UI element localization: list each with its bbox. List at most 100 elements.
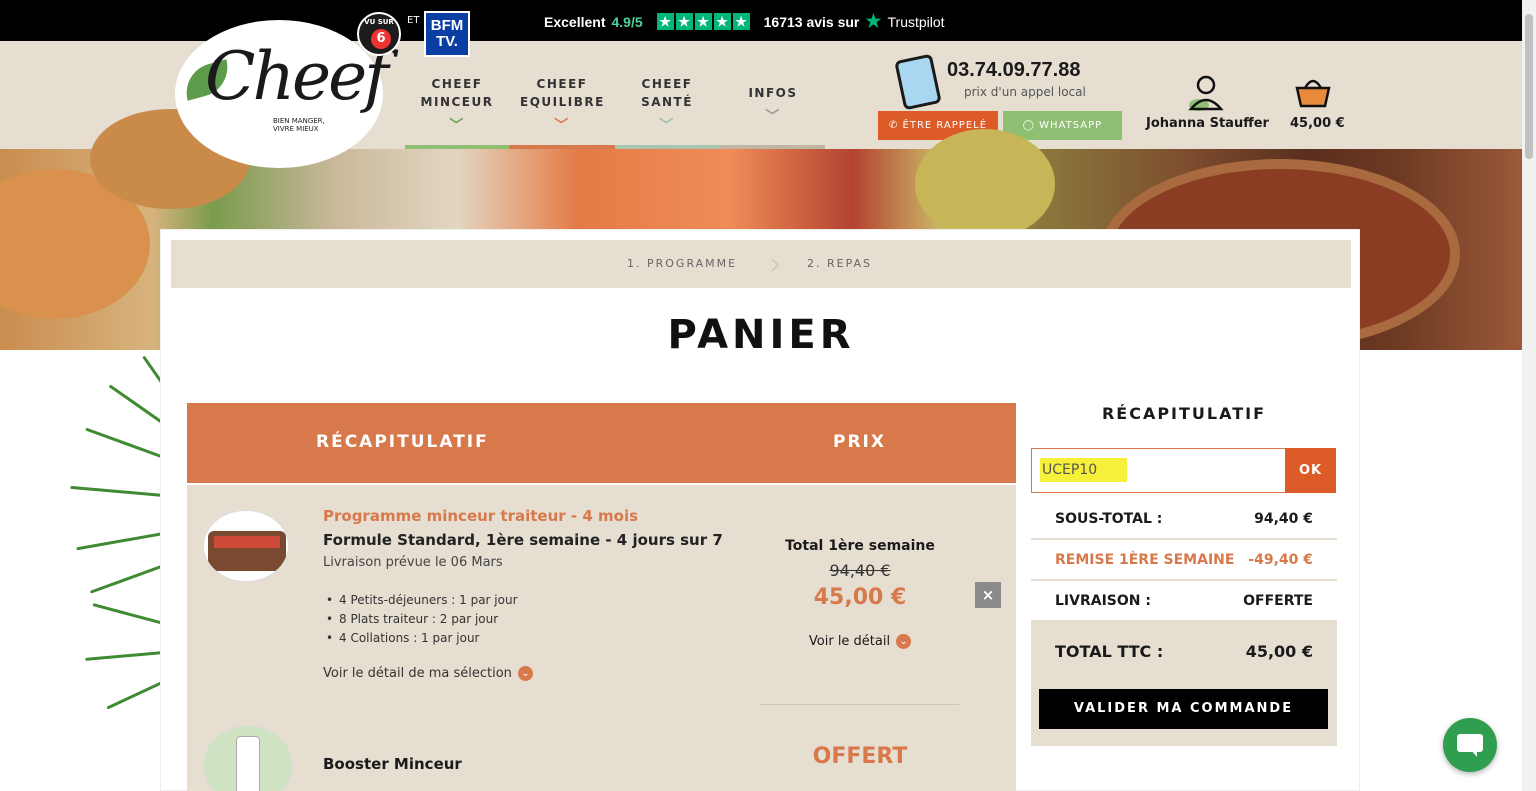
view-detail-link[interactable]: Voir le détail ⌄ [760,634,960,649]
delivery-row: LIVRAISON : OFFERTE [1031,582,1337,622]
vu-sur-label: VU SUR [364,18,394,26]
list-item: 4 Collations : 1 par jour [326,629,518,648]
product-formule: Formule Standard, 1ère semaine - 4 jours… [323,531,723,549]
trustpilot-excellent: Excellent [544,13,606,30]
user-name[interactable]: Johanna Stauffer [1146,116,1269,131]
nav-infos[interactable]: INFOS ﹀ [740,84,806,126]
nav-cheef-equilibre[interactable]: CHEEF EQUILIBRE ﹀ [520,75,604,135]
nav-label-line1: INFOS [748,86,798,100]
scrollbar[interactable] [1522,0,1536,791]
summary-title: RÉCAPITULATIF [1101,404,1267,423]
m6-logo: 6 [371,29,391,49]
column-prix: PRIX [833,432,886,452]
total-week-label: Total 1ère semaine [785,538,935,554]
chevron-down-icon: ﹀ [765,109,781,125]
cart-table-header: RÉCAPITULATIF PRIX [187,403,1016,483]
step-separator-icon: › [769,244,783,284]
trustpilot-score: 4.9/5 [611,13,643,30]
product-price: 45,00 € [813,585,907,610]
star-icon: ★ [732,13,750,30]
product-price: OFFERT [812,744,908,769]
nav-label-line2: SANTÉ [641,95,693,109]
discount-row: REMISE 1ÈRE SEMAINE -49,40 € [1031,541,1337,581]
whatsapp-icon: ◯ [1022,120,1040,131]
whatsapp-button[interactable]: ◯ WHATSAPP [1003,111,1122,140]
nav-label-line1: CHEEF [431,77,483,91]
discount-value: -49,40 € [1248,552,1313,568]
nav-label-line2: MINCEUR [420,95,494,109]
chevron-down-icon: ﹀ [659,118,675,134]
total-value: 45,00 € [1245,642,1313,661]
basket-icon[interactable] [1293,74,1333,110]
logo-tagline-line2: VIVRE MIEUX [273,125,319,133]
divider [759,704,959,705]
nav-label-line2: EQUILIBRE [520,95,605,109]
promo-code-value: UCEP10 [1040,458,1128,482]
et-label: ET [407,15,420,26]
nav-label-line1: CHEEF [641,77,693,91]
promo-ok-button[interactable]: OK [1285,448,1336,493]
logo-tagline: BIEN MANGER, VIVRE MIEUX [273,117,325,133]
scrollbar-thumb[interactable] [1525,14,1533,159]
cart-card: 1. PROGRAMME › 2. REPAS PANIER RÉCAPITUL… [160,229,1360,791]
product-image [203,510,289,582]
trustpilot-stars: ★ ★ ★ ★ ★ [656,13,750,30]
whatsapp-label: WHATSAPP [1039,120,1103,131]
product-name[interactable]: Programme minceur traiteur - 4 mois [323,507,638,525]
list-item: 8 Plats traiteur : 2 par jour [326,610,518,629]
step-programme[interactable]: 1. PROGRAMME [627,257,737,270]
trustpilot-rating[interactable]: Excellent 4.9/5 ★ ★ ★ ★ ★ 16713 avis sur… [544,11,945,32]
product-items-list: 4 Petits-déjeuners : 1 par jour 8 Plats … [326,591,518,648]
product-name: Booster Minceur [323,755,462,773]
discount-label: REMISE 1ÈRE SEMAINE [1055,552,1235,568]
cart-total[interactable]: 45,00 € [1290,116,1345,131]
phone-number[interactable]: 03.74.09.77.88 [947,59,1080,82]
list-item: 4 Petits-déjeuners : 1 par jour [326,591,517,610]
trustpilot-brand: Trustpilot [887,13,945,30]
view-selection-link[interactable]: Voir le détail de ma sélection ⌄ [323,666,533,681]
delivery-label: LIVRAISON : [1055,593,1151,609]
subtotal-value: 94,40 € [1254,511,1313,527]
validate-order-button[interactable]: VALIDER MA COMMANDE [1039,689,1328,729]
nav-label-line1: CHEEF [536,77,588,91]
chat-button[interactable] [1443,718,1497,772]
star-icon: ★ [694,13,712,30]
subtotal-row: SOUS-TOTAL : 94,40 € [1031,500,1337,540]
nav-cheef-sante[interactable]: CHEEF SANTÉ ﹀ [628,75,706,135]
logo-wordmark: Cheef [205,38,389,115]
phone-icon: ✆ [888,120,903,131]
chevron-down-icon: ⌄ [517,666,533,681]
page-title: PANIER [667,312,855,358]
column-recap: RÉCAPITULATIF [316,432,489,452]
m6-badge: VU SUR 6 [357,12,401,56]
bfmtv-logo: BFM TV. [424,11,470,57]
delivery-date: Livraison prévue le 06 Mars [323,555,503,570]
old-price: 94,40 € [829,561,891,580]
cart-table-body: Programme minceur traiteur - 4 mois Form… [187,485,1016,791]
trustpilot-star-icon: ★ [865,11,882,31]
user-icon[interactable] [1185,73,1225,113]
phone-subtitle: prix d'un appel local [964,85,1086,99]
promo-code-input[interactable]: UCEP10 [1031,448,1286,493]
star-icon: ★ [675,13,693,30]
chevron-down-icon: ⌄ [896,634,912,649]
olive-bowl-decoration [915,129,1055,239]
cheef-logo[interactable]: Cheef BIEN MANGER, VIVRE MIEUX [175,20,389,168]
subtotal-label: SOUS-TOTAL : [1055,511,1163,527]
delivery-value: OFFERTE [1243,593,1313,609]
chevron-down-icon: ﹀ [449,118,465,134]
step-repas[interactable]: 2. REPAS [807,257,872,270]
chat-icon [1457,734,1483,752]
trustpilot-reviews: 16713 avis sur [763,13,860,30]
logo-tagline-line1: BIEN MANGER, [273,117,325,125]
remove-item-button[interactable]: × [975,582,1001,608]
nav-cheef-minceur[interactable]: CHEEF MINCEUR ﹀ [418,75,496,135]
chevron-down-icon: ﹀ [554,118,570,134]
star-icon: ★ [656,13,674,30]
product-image [203,725,293,791]
checkout-steps: 1. PROGRAMME › 2. REPAS [171,240,1351,288]
total-label: TOTAL TTC : [1055,642,1164,661]
view-selection-label: Voir le détail de ma sélection [323,666,512,681]
star-icon: ★ [713,13,731,30]
view-detail-label: Voir le détail [808,634,891,649]
